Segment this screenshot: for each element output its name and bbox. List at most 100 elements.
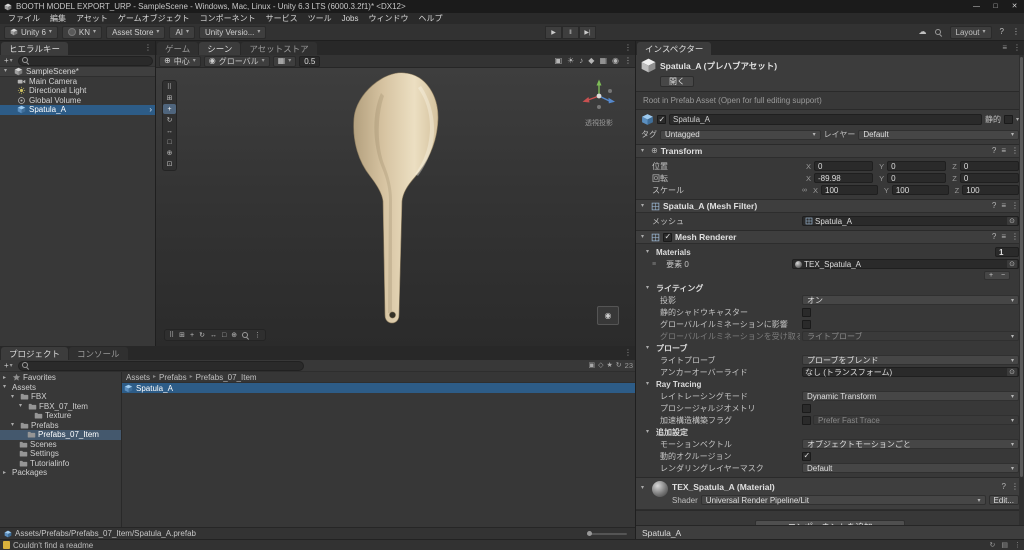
add-material-button[interactable]	[985, 272, 997, 279]
scale-y-field[interactable]: 100	[891, 185, 949, 195]
materials-size-field[interactable]: 1	[995, 247, 1019, 257]
tab-asset-store[interactable]: アセットストア	[241, 42, 317, 55]
menu-component[interactable]: コンポーネント	[195, 13, 261, 24]
gizmos-toggle-icon[interactable]	[612, 57, 619, 65]
foldout-icon[interactable]	[646, 249, 653, 255]
contribute-gi-checkbox[interactable]	[802, 319, 811, 329]
version-control-button[interactable]: Unity Versio...	[199, 25, 267, 39]
rotation-z-field[interactable]: 0	[959, 173, 1019, 183]
rect-tool-icon[interactable]	[163, 137, 176, 147]
asset-store-button[interactable]: Asset Store	[106, 25, 166, 39]
tab-hierarchy[interactable]: ヒエラルキー	[1, 42, 69, 55]
search-icon[interactable]	[242, 331, 249, 339]
material-header[interactable]: TEX_Spatula_A (Material) Shader Universa…	[636, 478, 1024, 510]
scale-x-field[interactable]: 100	[821, 185, 878, 195]
tree-item-texture[interactable]: Texture	[0, 411, 121, 421]
refresh-icon[interactable]	[616, 362, 622, 369]
overlay-menu-icon[interactable]	[254, 332, 261, 339]
play-button[interactable]	[545, 26, 562, 39]
snap-increment-field[interactable]: 0.5	[299, 55, 321, 67]
shading-mode-icon[interactable]	[555, 57, 563, 65]
tab-scene[interactable]: シーン	[199, 42, 241, 55]
help-icon[interactable]	[992, 233, 996, 241]
maximize-button[interactable]	[986, 0, 1005, 13]
inspector-scrollbar[interactable]	[1019, 55, 1024, 525]
static-checkbox[interactable]	[1003, 115, 1013, 124]
search-icon[interactable]	[934, 28, 942, 36]
anchor-override-field[interactable]: なし (トランスフォーム)	[802, 367, 1019, 377]
procedural-geometry-checkbox[interactable]	[802, 403, 811, 413]
slider-knob[interactable]	[587, 530, 592, 536]
probes-foldout[interactable]: プローブ	[636, 342, 1024, 354]
layout-dropdown[interactable]: Layout	[949, 25, 992, 39]
effects-toggle-icon[interactable]	[588, 57, 594, 65]
foldout-icon[interactable]	[3, 470, 10, 476]
frame-icon[interactable]	[222, 332, 226, 339]
motion-vectors-dropdown[interactable]: オブジェクトモーションごと	[802, 439, 1019, 449]
audio-toggle-icon[interactable]	[579, 57, 583, 65]
project-search-input[interactable]	[17, 360, 305, 371]
console-log-icon[interactable]	[1001, 542, 1008, 549]
help-icon[interactable]	[992, 147, 996, 155]
help-icon[interactable]	[992, 202, 996, 210]
foldout-icon[interactable]	[646, 345, 653, 351]
component-menu-icon[interactable]	[1011, 483, 1019, 491]
tab-inspector[interactable]: インスペクター	[637, 42, 712, 55]
tree-item-fbx[interactable]: FBX	[0, 392, 121, 402]
overflow-menu-icon[interactable]	[1012, 28, 1020, 36]
projection-label[interactable]: 透視投影	[575, 118, 623, 128]
cast-shadows-dropdown[interactable]: オン	[802, 295, 1019, 305]
close-button[interactable]	[1005, 0, 1024, 13]
mesh-object-field[interactable]: Spatula_A	[802, 216, 1019, 226]
active-checkbox[interactable]	[657, 115, 666, 124]
foldout-icon[interactable]	[646, 429, 653, 435]
lighting-toggle-icon[interactable]	[567, 57, 574, 65]
edit-shader-button[interactable]: Edit...	[988, 495, 1019, 505]
unity-version-badge[interactable]: Unity 6	[4, 25, 58, 39]
lighting-foldout[interactable]: ライティング	[636, 282, 1024, 294]
enabled-checkbox[interactable]	[663, 232, 672, 242]
menu-gameobject[interactable]: ゲームオブジェクト	[113, 13, 195, 24]
add-overlay-icon[interactable]	[190, 332, 194, 339]
menu-file[interactable]: ファイル	[3, 13, 45, 24]
status-menu-icon[interactable]	[1014, 542, 1021, 549]
foldout-icon[interactable]	[4, 68, 11, 74]
hierarchy-item-directional-light[interactable]: Directional Light	[0, 86, 155, 96]
scale-link-icon[interactable]	[802, 187, 807, 194]
create-asset-button[interactable]	[2, 362, 15, 370]
foldout-icon[interactable]	[646, 285, 653, 291]
tree-item-tutorialinfo[interactable]: Tutorialinfo	[0, 459, 121, 469]
help-icon[interactable]	[1002, 483, 1006, 491]
tree-item-prefabs-07-item[interactable]: Prefabs_07_Item	[0, 430, 121, 440]
transform-header[interactable]: Transform	[636, 145, 1024, 158]
foldout-icon[interactable]	[641, 234, 648, 240]
dynamic-occlusion-checkbox[interactable]	[802, 451, 811, 461]
move-tool-icon[interactable]	[163, 104, 176, 114]
ray-tracing-foldout[interactable]: Ray Tracing	[636, 378, 1024, 390]
tab-project[interactable]: プロジェクト	[1, 347, 69, 360]
search-by-type-icon[interactable]	[589, 362, 596, 369]
open-prefab-button[interactable]: 開く	[660, 76, 694, 87]
drag-handle-icon[interactable]	[652, 261, 656, 268]
ai-button[interactable]: AI	[169, 25, 196, 39]
scrollbar-thumb[interactable]	[1020, 57, 1023, 477]
presets-icon[interactable]	[1001, 233, 1006, 241]
minimize-button[interactable]	[967, 0, 986, 13]
space-dropdown[interactable]: グローバル	[203, 55, 270, 67]
crumb-prefabs-07-item[interactable]: Prefabs_07_Item	[196, 373, 257, 382]
add-component-button[interactable]: コンポーネントを追加	[755, 520, 905, 525]
step-button[interactable]	[579, 26, 596, 39]
position-x-field[interactable]: 0	[814, 161, 874, 171]
menu-help[interactable]: ヘルプ	[414, 13, 448, 24]
create-button[interactable]	[2, 57, 15, 65]
panel-menu-icon[interactable]	[1010, 44, 1024, 52]
panel-menu-icon[interactable]	[621, 349, 635, 357]
axis-gizmo-icon[interactable]	[577, 76, 621, 116]
hierarchy-search-input[interactable]	[17, 55, 153, 66]
cloud-icon[interactable]	[919, 28, 927, 36]
crumb-prefabs[interactable]: Prefabs	[159, 373, 187, 382]
file-item-spatula[interactable]: Spatula_A	[122, 383, 635, 393]
material-object-field[interactable]: TEX_Spatula_A	[792, 259, 1019, 269]
favorites-icon[interactable]	[607, 362, 613, 369]
tree-item-scenes[interactable]: Scenes	[0, 440, 121, 450]
